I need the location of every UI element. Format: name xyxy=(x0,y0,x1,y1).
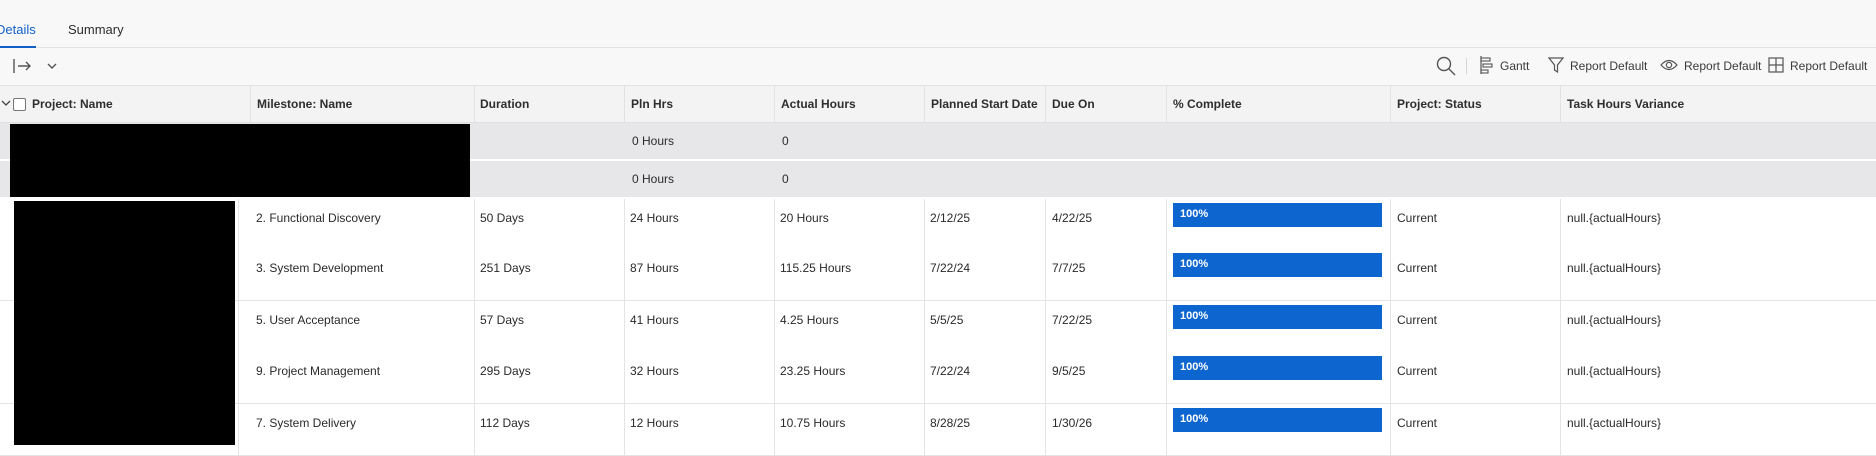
cell-actual-hours: 115.25 Hours xyxy=(780,261,852,275)
cell-project-status: Current xyxy=(1397,313,1438,327)
chevron-down-icon[interactable] xyxy=(44,54,60,78)
gantt-icon xyxy=(1478,55,1494,78)
cell-due-on: 4/22/25 xyxy=(1052,211,1093,225)
cell-task-hours-variance: null.{actualHours} xyxy=(1567,261,1662,275)
col-actual-hours[interactable]: Actual Hours xyxy=(781,86,856,122)
cell-due-on: 9/5/25 xyxy=(1052,364,1086,378)
group-actual-hours: 0 xyxy=(782,134,789,148)
group-actual-hours: 0 xyxy=(782,172,789,186)
group-pln-hrs: 0 Hours xyxy=(632,172,675,186)
cell-duration: 251 Days xyxy=(480,261,531,275)
col-duration[interactable]: Duration xyxy=(480,86,529,122)
progress-label: 100% xyxy=(1180,310,1209,322)
progress-label: 100% xyxy=(1180,413,1209,425)
cell-project-status: Current xyxy=(1397,261,1438,275)
progress-label: 100% xyxy=(1180,361,1209,373)
cell-task-hours-variance: null.{actualHours} xyxy=(1567,211,1662,225)
table-row[interactable]: 7. System Delivery 112 Days 12 Hours 10.75 … xyxy=(0,404,1876,456)
col-percent-complete[interactable]: % Complete xyxy=(1173,86,1242,122)
view-button[interactable]: Report Default xyxy=(1660,55,1761,77)
col-milestone-name[interactable]: Milestone: Name xyxy=(257,86,352,122)
progress-bar: 100% xyxy=(1173,356,1382,380)
table-row[interactable]: 2. Functional Discovery 50 Days 24 Hours 20… xyxy=(0,199,1876,251)
col-task-hours-variance[interactable]: Task Hours Variance xyxy=(1567,86,1684,122)
table-row[interactable]: 5. User Acceptance 57 Days 41 Hours 4.25 Ho… xyxy=(0,301,1876,353)
col-due-on[interactable]: Due On xyxy=(1052,86,1095,122)
grouping-button[interactable]: Report Default xyxy=(1768,55,1867,77)
cell-due-on: 7/22/25 xyxy=(1052,313,1093,327)
progress-bar: 100% xyxy=(1173,305,1382,329)
progress-label: 100% xyxy=(1180,258,1209,270)
cell-task-hours-variance: null.{actualHours} xyxy=(1567,416,1662,430)
tab-bar: Details Summary xyxy=(0,0,1876,48)
cell-planned-start-date: 5/5/25 xyxy=(930,313,964,327)
grid-header: Project: Name Milestone: Name Duration P… xyxy=(0,86,1876,123)
cell-milestone-name: 7. System Delivery xyxy=(256,416,357,430)
tab-details[interactable]: Details xyxy=(0,22,36,48)
eye-icon xyxy=(1660,58,1678,75)
grouping-label: Report Default xyxy=(1790,59,1868,73)
grid-icon xyxy=(1768,56,1784,76)
view-label: Report Default xyxy=(1684,59,1762,73)
redacted-region xyxy=(10,124,470,197)
cell-due-on: 7/7/25 xyxy=(1052,261,1086,275)
cell-task-hours-variance: null.{actualHours} xyxy=(1567,364,1662,378)
cell-actual-hours: 10.75 Hours xyxy=(780,416,846,430)
search-icon[interactable] xyxy=(1434,54,1458,78)
table-row[interactable]: 9. Project Management 295 Days 32 Hours 23.… xyxy=(0,352,1876,404)
tab-summary[interactable]: Summary xyxy=(68,22,124,46)
col-planned-start-date[interactable]: Planned Start Date xyxy=(931,86,1038,122)
cell-pln-hrs: 24 Hours xyxy=(630,211,679,225)
cell-project-status: Current xyxy=(1397,211,1438,225)
cell-pln-hrs: 87 Hours xyxy=(630,261,679,275)
filter-label: Report Default xyxy=(1570,59,1648,73)
cell-pln-hrs: 41 Hours xyxy=(630,313,679,327)
cell-task-hours-variance: null.{actualHours} xyxy=(1567,313,1662,327)
progress-bar: 100% xyxy=(1173,203,1382,227)
progress-bar: 100% xyxy=(1173,253,1382,277)
cell-milestone-name: 2. Functional Discovery xyxy=(256,211,381,225)
select-all-checkbox[interactable] xyxy=(13,98,26,111)
cell-project-status: Current xyxy=(1397,416,1438,430)
cell-pln-hrs: 32 Hours xyxy=(630,364,679,378)
progress-bar: 100% xyxy=(1173,408,1382,432)
col-project-name[interactable]: Project: Name xyxy=(32,86,113,122)
cell-project-status: Current xyxy=(1397,364,1438,378)
cell-planned-start-date: 7/22/24 xyxy=(930,364,971,378)
col-project-status[interactable]: Project: Status xyxy=(1397,86,1482,122)
toolbar: Gantt Report Default Report Default Repo… xyxy=(0,48,1876,86)
export-icon[interactable] xyxy=(10,54,34,78)
cell-duration: 112 Days xyxy=(480,416,530,430)
cell-planned-start-date: 7/22/24 xyxy=(930,261,971,275)
cell-milestone-name: 9. Project Management xyxy=(256,364,381,378)
filter-icon xyxy=(1547,56,1565,77)
cell-planned-start-date: 2/12/25 xyxy=(930,211,971,225)
cell-actual-hours: 20 Hours xyxy=(780,211,829,225)
cell-milestone-name: 5. User Acceptance xyxy=(256,313,361,327)
progress-label: 100% xyxy=(1180,208,1209,220)
cell-duration: 295 Days xyxy=(480,364,531,378)
table-row[interactable]: 3. System Development 251 Days 87 Hours 115… xyxy=(0,249,1876,301)
cell-duration: 50 Days xyxy=(480,211,525,225)
cell-actual-hours: 4.25 Hours xyxy=(780,313,839,327)
cell-milestone-name: 3. System Development xyxy=(256,261,384,275)
col-pln-hrs[interactable]: Pln Hrs xyxy=(631,86,673,122)
cell-planned-start-date: 8/28/25 xyxy=(930,416,971,430)
cell-actual-hours: 23.25 Hours xyxy=(780,364,846,378)
cell-due-on: 1/30/26 xyxy=(1052,416,1093,430)
cell-pln-hrs: 12 Hours xyxy=(630,416,679,430)
gantt-label: Gantt xyxy=(1500,59,1530,73)
gantt-button[interactable]: Gantt xyxy=(1478,55,1529,77)
expand-all-icon[interactable] xyxy=(1,86,11,122)
redacted-region xyxy=(14,201,235,445)
cell-duration: 57 Days xyxy=(480,313,525,327)
group-pln-hrs: 0 Hours xyxy=(632,134,675,148)
filter-button[interactable]: Report Default xyxy=(1547,55,1648,77)
